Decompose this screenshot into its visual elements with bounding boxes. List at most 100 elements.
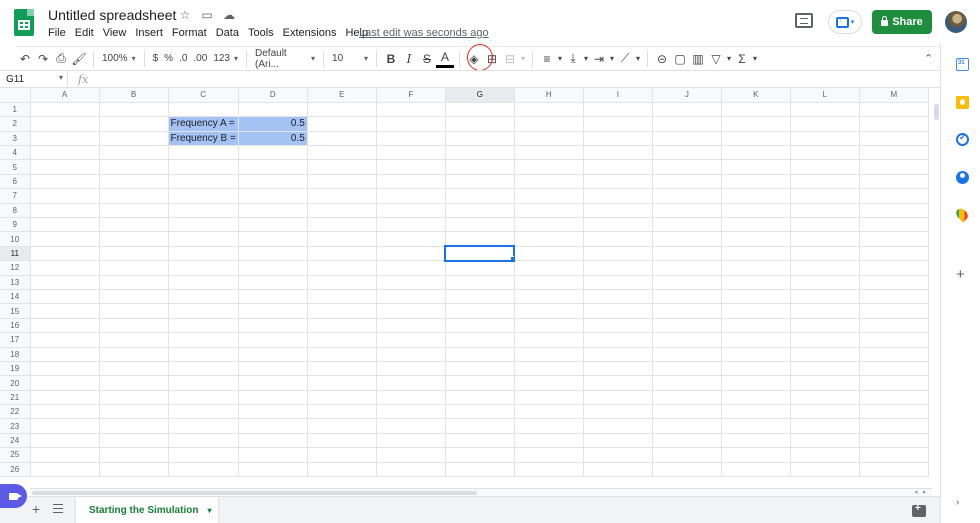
cell-k5[interactable] [721, 159, 791, 175]
cell-e26[interactable] [307, 462, 377, 478]
cell-m21[interactable] [859, 390, 929, 406]
cell-j25[interactable] [652, 447, 722, 463]
maps-icon[interactable] [953, 206, 971, 223]
cell-b18[interactable] [99, 347, 169, 362]
cell-f17[interactable] [376, 332, 446, 348]
more-formats-select[interactable]: 123 [210, 48, 241, 70]
row-header[interactable]: 4 [0, 145, 31, 161]
cell-m10[interactable] [859, 231, 929, 247]
cell-a14[interactable] [30, 289, 100, 305]
cell-g12[interactable] [445, 260, 515, 276]
chevron-down-icon[interactable]: ▾ [556, 48, 564, 70]
cell-f3[interactable] [376, 131, 446, 147]
row-header[interactable]: 20 [0, 375, 31, 391]
cell-i24[interactable] [583, 433, 653, 449]
cell-h15[interactable] [514, 303, 584, 319]
cell-l13[interactable] [790, 275, 860, 290]
cell-f11[interactable] [376, 246, 446, 262]
cell-b8[interactable] [99, 203, 169, 219]
cell-a8[interactable] [30, 203, 100, 219]
decrease-decimal-button[interactable]: .0 [176, 48, 190, 70]
cell-f5[interactable] [376, 159, 446, 175]
cell-k13[interactable] [721, 275, 791, 290]
cell-e5[interactable] [307, 159, 377, 175]
font-size-select[interactable]: 10 [329, 48, 371, 70]
cell-g6[interactable] [445, 174, 515, 190]
cell-a4[interactable] [30, 145, 100, 161]
cell-e22[interactable] [307, 404, 377, 420]
cell-h13[interactable] [514, 275, 584, 290]
avatar[interactable] [945, 11, 967, 33]
contacts-icon[interactable] [956, 171, 969, 184]
row-header[interactable]: 21 [0, 390, 31, 406]
cell-f6[interactable] [376, 174, 446, 190]
cell-a20[interactable] [30, 375, 100, 391]
cell-m15[interactable] [859, 303, 929, 319]
cell-b16[interactable] [99, 318, 169, 334]
row-header[interactable]: 18 [0, 347, 31, 362]
cell-l1[interactable] [790, 102, 860, 118]
row-header[interactable]: 16 [0, 318, 31, 334]
cell-a11[interactable] [30, 246, 100, 262]
cell-a26[interactable] [30, 462, 100, 478]
cell-m16[interactable] [859, 318, 929, 334]
chevron-down-icon[interactable]: ▾ [582, 48, 590, 70]
cell-k18[interactable] [721, 347, 791, 362]
cell-l16[interactable] [790, 318, 860, 334]
cell-g19[interactable] [445, 361, 515, 377]
formula-input[interactable] [88, 71, 940, 87]
row-header[interactable]: 2 [0, 116, 31, 132]
show-side-panel-icon[interactable]: › [956, 497, 959, 508]
cell-l5[interactable] [790, 159, 860, 175]
cell-d13[interactable] [238, 275, 308, 290]
cell-b20[interactable] [99, 375, 169, 391]
cell-g7[interactable] [445, 188, 515, 204]
cell-m12[interactable] [859, 260, 929, 276]
cell-e11[interactable] [307, 246, 377, 262]
row-header[interactable]: 6 [0, 174, 31, 190]
cell-g18[interactable] [445, 347, 515, 362]
cell-a10[interactable] [30, 231, 100, 247]
cell-g2[interactable] [445, 116, 515, 132]
sheets-logo-icon[interactable] [14, 9, 34, 36]
cell-j19[interactable] [652, 361, 722, 377]
cell-a19[interactable] [30, 361, 100, 377]
cell-c26[interactable] [168, 462, 239, 478]
chevron-down-icon[interactable]: ▾ [519, 48, 527, 70]
cell-k12[interactable] [721, 260, 791, 276]
column-header[interactable]: C [168, 88, 239, 103]
cell-h11[interactable] [514, 246, 584, 262]
cell-f12[interactable] [376, 260, 446, 276]
cell-h20[interactable] [514, 375, 584, 391]
cell-g5[interactable] [445, 159, 515, 175]
cell-e3[interactable] [307, 131, 377, 147]
text-wrapping-icon[interactable]: ⇥ [590, 48, 608, 70]
cell-g8[interactable] [445, 203, 515, 219]
cell-a23[interactable] [30, 418, 100, 434]
cell-k3[interactable] [721, 131, 791, 147]
present-button[interactable]: ▾ [828, 10, 862, 34]
cell-h8[interactable] [514, 203, 584, 219]
cell-e12[interactable] [307, 260, 377, 276]
percent-format-button[interactable]: % [161, 48, 176, 70]
cell-c11[interactable] [168, 246, 239, 262]
cell-e2[interactable] [307, 116, 377, 132]
cell-c19[interactable] [168, 361, 239, 377]
doc-title[interactable]: Untitled spreadsheet [48, 7, 176, 23]
cell-k21[interactable] [721, 390, 791, 406]
cell-i15[interactable] [583, 303, 653, 319]
currency-format-button[interactable]: $ [150, 48, 162, 70]
cell-c6[interactable] [168, 174, 239, 190]
bold-button[interactable]: B [382, 48, 400, 70]
cell-j23[interactable] [652, 418, 722, 434]
column-header[interactable]: I [583, 88, 653, 103]
cell-b2[interactable] [99, 116, 169, 132]
cell-m23[interactable] [859, 418, 929, 434]
cell-a7[interactable] [30, 188, 100, 204]
last-edit-link[interactable]: Last edit was seconds ago [359, 27, 489, 39]
cell-c8[interactable] [168, 203, 239, 219]
cell-i8[interactable] [583, 203, 653, 219]
column-header[interactable]: B [99, 88, 169, 103]
cell-m2[interactable] [859, 116, 929, 132]
cell-i19[interactable] [583, 361, 653, 377]
